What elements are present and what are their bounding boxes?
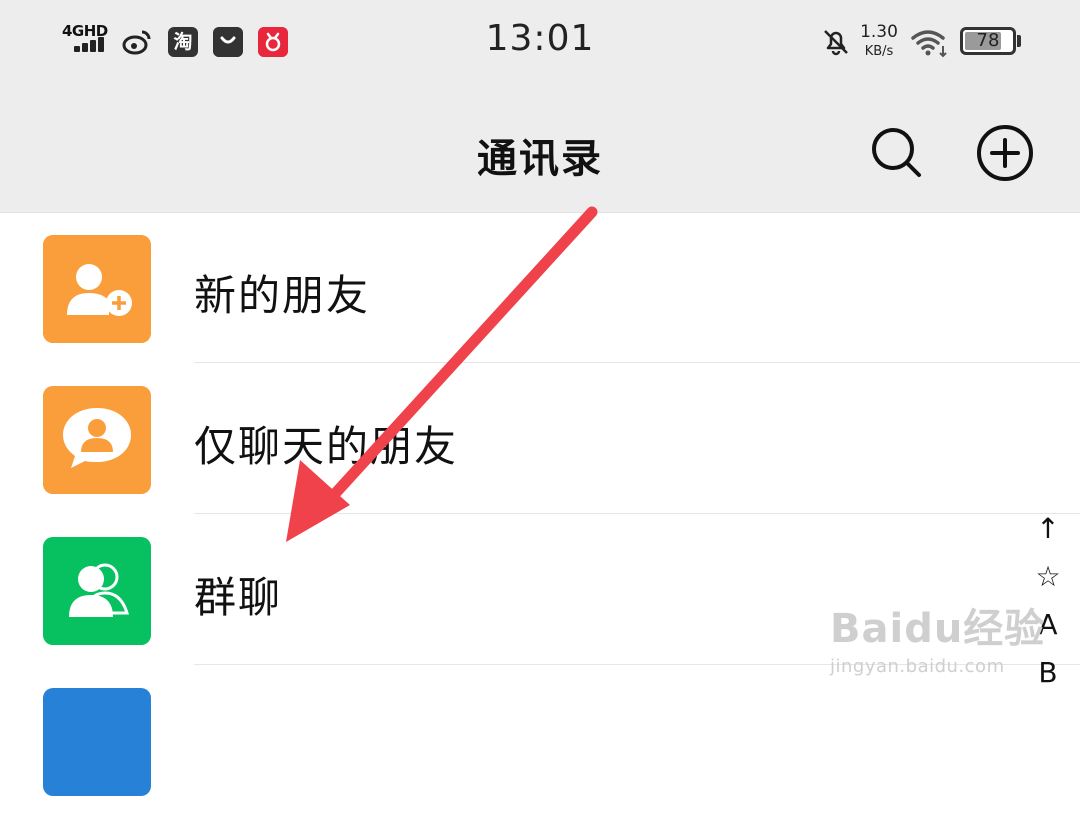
divider bbox=[194, 513, 1080, 514]
status-bar: 4GHD 淘 13:01 1.30 KB/s 78 bbox=[0, 0, 1080, 88]
new-friends-item[interactable]: 新的朋友 bbox=[0, 213, 1080, 363]
watermark-main: Baidu经验 bbox=[830, 606, 1046, 652]
add-friend-icon bbox=[43, 235, 151, 343]
chat-only-friend-icon bbox=[43, 386, 151, 494]
battery-tip bbox=[1017, 35, 1021, 47]
nav-bar: 通讯录 bbox=[0, 88, 1080, 213]
battery-percent: 78 bbox=[976, 30, 1000, 51]
page-title: 通讯录 bbox=[477, 136, 603, 182]
search-icon bbox=[872, 128, 921, 177]
watermark: Baidu经验 jingyan.baidu.com bbox=[830, 596, 1045, 677]
wifi-icon bbox=[911, 30, 947, 58]
tag-icon bbox=[43, 688, 151, 796]
mute-notification-icon bbox=[824, 30, 848, 56]
watermark-sub: jingyan.baidu.com bbox=[830, 656, 1005, 677]
cellular-signal-icon: 4GHD bbox=[62, 22, 112, 58]
weibo-icon bbox=[122, 30, 151, 55]
red-app-icon bbox=[258, 27, 288, 57]
plus-circle-icon bbox=[977, 125, 1033, 181]
index-starred[interactable]: ☆ bbox=[1026, 553, 1070, 601]
battery-indicator: 78 bbox=[960, 27, 1016, 55]
network-speed: 1.30 KB/s bbox=[860, 22, 898, 60]
row-label: 新的朋友 bbox=[194, 271, 371, 320]
group-chat-icon bbox=[43, 537, 151, 645]
taobao-icon: 淘 bbox=[168, 27, 198, 57]
index-top[interactable]: ↑ bbox=[1026, 505, 1070, 553]
chat-only-friends-item[interactable]: 仅聊天的朋友 bbox=[0, 364, 1080, 514]
row-label: 仅聊天的朋友 bbox=[194, 422, 459, 471]
add-button[interactable] bbox=[974, 122, 1036, 184]
row-label: 群聊 bbox=[194, 573, 283, 622]
tags-item[interactable] bbox=[0, 666, 1080, 816]
bag-icon bbox=[213, 27, 243, 57]
divider bbox=[194, 362, 1080, 363]
search-button[interactable] bbox=[866, 122, 926, 182]
clock: 13:01 bbox=[485, 18, 595, 59]
